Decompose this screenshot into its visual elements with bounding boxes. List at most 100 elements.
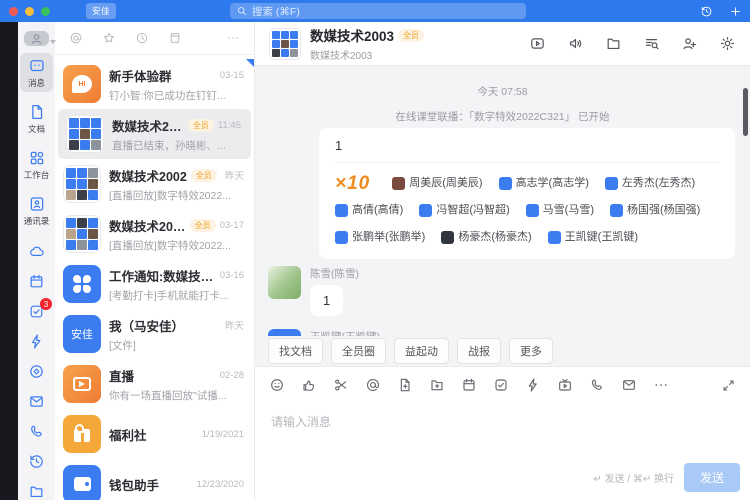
- thumb-icon[interactable]: [301, 377, 317, 393]
- user-avatar[interactable]: [24, 31, 49, 46]
- chat-item[interactable]: 钱包助手 12/23/2020: [55, 459, 254, 500]
- meeting-icon[interactable]: [529, 35, 546, 52]
- doc-add-icon[interactable]: [397, 377, 413, 393]
- sender-name: 陈雪(陈雪): [310, 266, 359, 281]
- phone-icon[interactable]: [589, 377, 605, 393]
- chat-title: 数媒技术2002: [109, 166, 187, 185]
- chat-avatar: [63, 165, 101, 203]
- group-avatar[interactable]: [269, 28, 301, 60]
- all-members-badge: 全员: [191, 169, 217, 182]
- scrollbar-thumb[interactable]: [743, 88, 748, 136]
- chat-item[interactable]: 数媒技术2002 全员 昨天 [直播回放]数字特效2022...: [55, 159, 254, 209]
- folder-icon[interactable]: [28, 483, 45, 500]
- emoji-icon[interactable]: [269, 377, 285, 393]
- message: 陈雪(陈雪) 1: [268, 266, 359, 316]
- folder-add-icon[interactable]: [429, 377, 445, 393]
- todo-icon[interactable]: [493, 377, 509, 393]
- document-icon: [28, 103, 46, 121]
- at-icon[interactable]: [69, 31, 83, 45]
- chat-avatar: [63, 215, 101, 253]
- hi-bubble-icon: HI: [72, 75, 92, 93]
- chat-item[interactable]: 数媒技术2004 全员 03-17 [直播回放]数字特效2022...: [55, 209, 254, 259]
- message-search-icon[interactable]: [643, 35, 660, 52]
- avatar-text: 安佳: [71, 326, 93, 342]
- chat-preview: 你有一场直播回放"试播...: [109, 388, 244, 403]
- chat-bubble-icon: [28, 57, 46, 75]
- more-icon[interactable]: [653, 377, 669, 393]
- plus-icon[interactable]: [729, 5, 742, 18]
- archive-icon[interactable]: [168, 31, 182, 45]
- chip-report[interactable]: 战报: [457, 338, 501, 364]
- chip-more[interactable]: 更多: [509, 338, 553, 364]
- zoom-window-button[interactable]: [41, 7, 50, 16]
- chevron-down-icon: [50, 40, 56, 44]
- chat-avatar: [63, 465, 101, 500]
- chat-title: 直播: [109, 366, 134, 385]
- mail-icon[interactable]: [28, 393, 45, 410]
- chip-charity-walk[interactable]: 益起动: [394, 338, 449, 364]
- send-button[interactable]: 发送: [684, 463, 740, 492]
- window-edge: [0, 22, 18, 500]
- star-icon[interactable]: [102, 31, 116, 45]
- work-notice-icon: [73, 275, 91, 293]
- chat-avatar: [63, 265, 101, 303]
- conversation-title: 数媒技术2003: [310, 25, 394, 45]
- disc-icon[interactable]: [28, 363, 45, 380]
- chat-time: 昨天: [221, 318, 244, 332]
- send-shortcut-hint: ↵ 发送 / ⌘↵ 换行: [593, 470, 674, 485]
- search-icon: [236, 5, 248, 17]
- folder-icon[interactable]: [605, 35, 622, 52]
- minimize-window-button[interactable]: [25, 7, 34, 16]
- sender-avatar[interactable]: [268, 266, 301, 299]
- participant: 周美辰(周美辰): [392, 170, 482, 197]
- at-icon[interactable]: [365, 377, 381, 393]
- add-member-icon[interactable]: [681, 35, 698, 52]
- chat-item[interactable]: 安佳 我（马安佳） 昨天 [文件]: [55, 309, 254, 359]
- mail-icon[interactable]: [621, 377, 637, 393]
- chat-item[interactable]: HI 新手体验群 03-15 钉小智:你已成功在钉钉...: [55, 59, 254, 109]
- flash-icon[interactable]: [525, 377, 541, 393]
- chat-item[interactable]: 直播 02-28 你有一场直播回放"试播...: [55, 359, 254, 409]
- chip-all-members-circle[interactable]: 全员圈: [331, 338, 386, 364]
- flash-icon[interactable]: [28, 333, 45, 350]
- expand-icon[interactable]: [721, 378, 736, 393]
- multiplier-label: ×10: [335, 170, 370, 197]
- settings-gear-icon[interactable]: [719, 35, 736, 52]
- global-search-input[interactable]: 搜索 (⌘F): [230, 3, 526, 19]
- rail-label: 文档: [28, 123, 45, 135]
- chat-title: 我（马安佳）: [109, 316, 184, 335]
- rail-item-docs[interactable]: 文档: [20, 99, 53, 138]
- message-card: 1 ×10 周美辰(周美辰) 高志学(高志学) 左秀杰(左秀杰) 高倩(高倩) …: [319, 128, 735, 259]
- avatar: [548, 231, 561, 244]
- system-message: 在线课堂联播：「数字特效2022C321」 已开始: [255, 109, 750, 124]
- message-input[interactable]: [269, 411, 736, 457]
- todo-badge: 3: [40, 298, 52, 310]
- calendar-icon[interactable]: [28, 273, 45, 290]
- history-icon[interactable]: [700, 5, 713, 18]
- window-titlebar: 安佳 搜索 (⌘F): [0, 0, 750, 22]
- rail-item-workbench[interactable]: 工作台: [20, 145, 53, 184]
- wallet-icon: [74, 477, 91, 491]
- rail-label: 工作台: [24, 169, 50, 181]
- chat-item[interactable]: 工作通知:数媒技术... 03-16 [考勤打卡]手机就能打卡...: [55, 259, 254, 309]
- scissors-icon[interactable]: [333, 377, 349, 393]
- message-area: 今天 07:58 在线课堂联播：「数字特效2022C321」 已开始 1 ×10…: [255, 66, 750, 368]
- rail-item-contacts[interactable]: 通讯录: [20, 191, 53, 230]
- live-icon[interactable]: [557, 377, 573, 393]
- calendar-icon[interactable]: [461, 377, 477, 393]
- rail-item-messages[interactable]: 消息: [20, 53, 53, 92]
- chat-time: 03-16: [216, 270, 244, 281]
- input-toolbar: [255, 367, 750, 399]
- chat-item-selected[interactable]: 数媒技术2003 全员 11:45 直播已结束，孙晓彬、...: [58, 109, 251, 159]
- chat-item[interactable]: 福利社 1/19/2021: [55, 409, 254, 459]
- clock-icon[interactable]: [135, 31, 149, 45]
- more-icon[interactable]: [226, 31, 240, 45]
- participant: 高志学(高志学): [499, 170, 589, 197]
- cloud-icon[interactable]: [28, 243, 45, 260]
- speaker-icon[interactable]: [567, 35, 584, 52]
- close-window-button[interactable]: [9, 7, 18, 16]
- phone-icon[interactable]: [28, 423, 45, 440]
- todo-icon[interactable]: 3: [28, 303, 45, 320]
- replay-icon[interactable]: [28, 453, 45, 470]
- chip-find-doc[interactable]: 找文档: [268, 338, 323, 364]
